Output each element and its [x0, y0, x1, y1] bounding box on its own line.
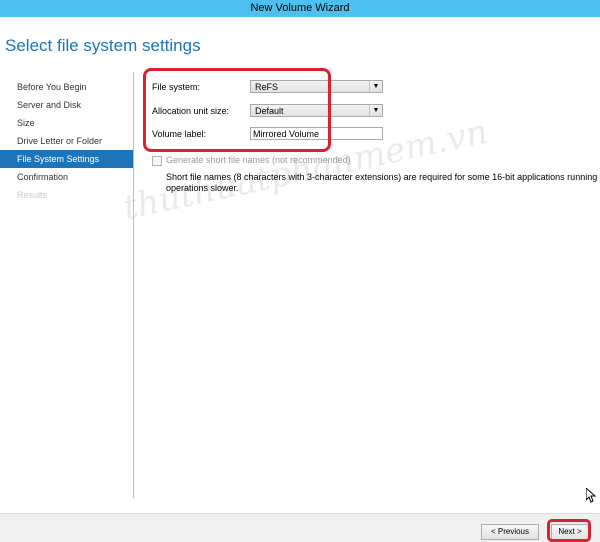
nav-item-before-you-begin[interactable]: Before You Begin [0, 78, 133, 96]
short-names-checkbox[interactable] [152, 156, 162, 166]
mouse-cursor-icon [586, 488, 596, 503]
previous-button[interactable]: < Previous [481, 524, 539, 540]
nav-item-results: Results [17, 190, 48, 200]
window-titlebar: New Volume Wizard [0, 0, 600, 17]
nav-item-server-and-disk[interactable]: Server and Disk [0, 96, 133, 114]
form-highlight-box [143, 68, 331, 152]
next-highlight-box [547, 519, 591, 542]
chevron-down-icon[interactable]: ▼ [369, 81, 382, 92]
window-title: New Volume Wizard [250, 2, 350, 14]
nav-divider [133, 72, 134, 498]
short-names-label[interactable]: Generate short file names (not recommend… [166, 155, 351, 165]
short-names-description-line1: Short file names (8 characters with 3-ch… [166, 172, 600, 182]
nav-item-confirmation[interactable]: Confirmation [0, 168, 133, 186]
nav-item-drive-letter[interactable]: Drive Letter or Folder [0, 132, 133, 150]
page-title: Select file system settings [5, 36, 201, 55]
nav-item-size[interactable]: Size [0, 114, 133, 132]
chevron-down-icon[interactable]: ▼ [369, 105, 382, 116]
short-names-description-line2: operations slower. [166, 183, 239, 193]
wizard-footer: < Previous Next > [0, 513, 600, 542]
short-names-description: Short file names (8 characters with 3-ch… [166, 172, 600, 194]
wizard-nav: Before You Begin Server and Disk Size Dr… [0, 78, 133, 204]
nav-item-file-system-settings[interactable]: File System Settings [0, 150, 133, 168]
